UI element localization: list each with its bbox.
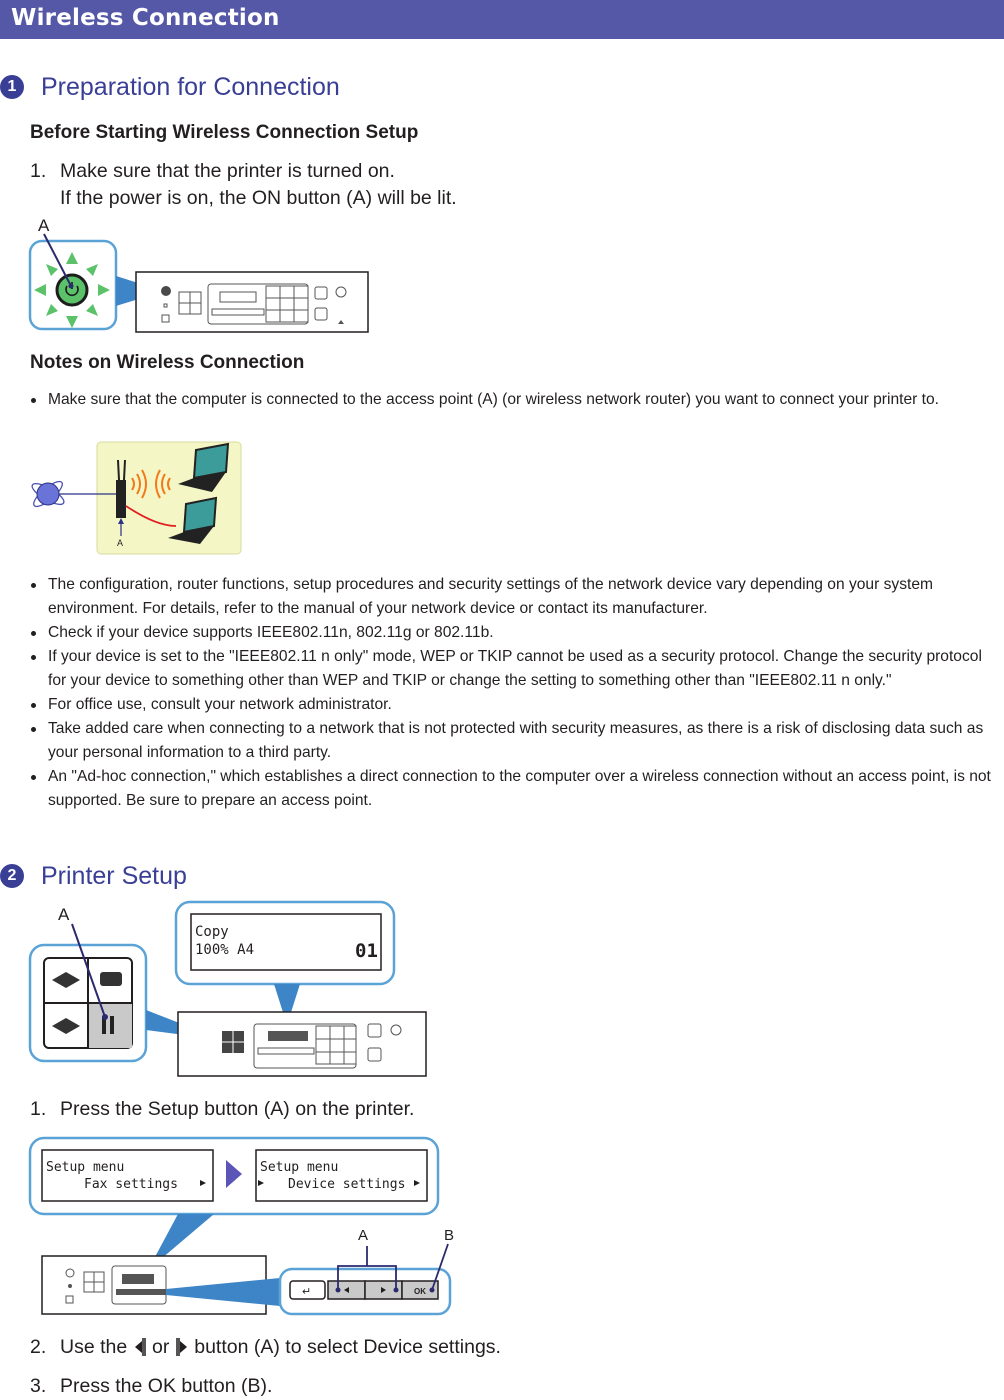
right-button-icon: [175, 1338, 187, 1356]
svg-text:01: 01: [355, 940, 378, 962]
list-item: Take added care when connecting to a net…: [30, 717, 1004, 765]
section-number-badge: 2: [0, 864, 24, 888]
figure-setup-button: A Copy 100% A4 01: [28, 900, 427, 1077]
svg-text:100% A4: 100% A4: [195, 942, 254, 958]
section-title: Printer Setup: [41, 861, 187, 890]
list-item: If your device is set to the "IEEE802.11…: [30, 645, 1004, 693]
step-2-select-device-settings: 2. Use the or button (A) to select Device…: [30, 1336, 501, 1358]
page-title: Wireless Connection: [11, 5, 280, 31]
list-item: For office use, consult your network adm…: [30, 693, 1004, 717]
svg-text:Copy: Copy: [195, 924, 229, 940]
list-item: An "Ad-hoc connection," which establishe…: [30, 765, 1004, 813]
subheading-before-starting: Before Starting Wireless Connection Setu…: [30, 122, 419, 143]
title-bar: Wireless Connection: [0, 0, 1004, 39]
figure-on-button: A: [28, 216, 369, 333]
label-a: A: [38, 216, 50, 235]
printer-panel: [177, 1011, 427, 1077]
section-number-badge: 1: [0, 75, 24, 99]
left-button-icon: [134, 1338, 146, 1356]
step-3-press-ok: 3. Press the OK button (B).: [30, 1375, 273, 1397]
list-item: Check if your device supports IEEE802.11…: [30, 621, 1004, 645]
lcd-screen: [255, 1149, 428, 1202]
notes-list-first: Make sure that the computer is connected…: [30, 388, 1004, 412]
label-a: A: [117, 538, 123, 548]
figure-setup-menu: Setup menu Fax settings Setup menu Devic…: [28, 1136, 454, 1316]
fax-icon: [100, 972, 122, 986]
svg-text:Device settings: Device settings: [288, 1177, 405, 1192]
list-item: Make sure that the computer is connected…: [30, 388, 1004, 412]
power-button-icon: [55, 273, 89, 307]
section-title: Preparation for Connection: [41, 72, 340, 101]
list-item: The configuration, router functions, set…: [30, 573, 1004, 621]
notes-list: The configuration, router functions, set…: [30, 573, 1004, 813]
svg-text:Fax settings: Fax settings: [84, 1177, 178, 1192]
label-a: A: [358, 1227, 368, 1244]
lcd-screen: [41, 1149, 214, 1202]
label-a: A: [58, 905, 70, 924]
svg-text:Setup menu: Setup menu: [260, 1160, 338, 1175]
section-1-heading: 1 Preparation for Connection: [0, 72, 340, 102]
section-2-heading: 2 Printer Setup: [0, 861, 187, 891]
figure-network: A: [31, 441, 242, 555]
label-b: B: [444, 1227, 454, 1244]
svg-text:OK: OK: [414, 1287, 426, 1296]
step-1-press-setup: 1. Press the Setup button (A) on the prin…: [30, 1098, 415, 1120]
step-1-turn-on: 1. Make sure that the printer is turned o…: [30, 160, 457, 209]
svg-text:Setup menu: Setup menu: [46, 1160, 124, 1175]
back-icon: ↵: [302, 1286, 311, 1298]
subheading-notes: Notes on Wireless Connection: [30, 352, 305, 373]
